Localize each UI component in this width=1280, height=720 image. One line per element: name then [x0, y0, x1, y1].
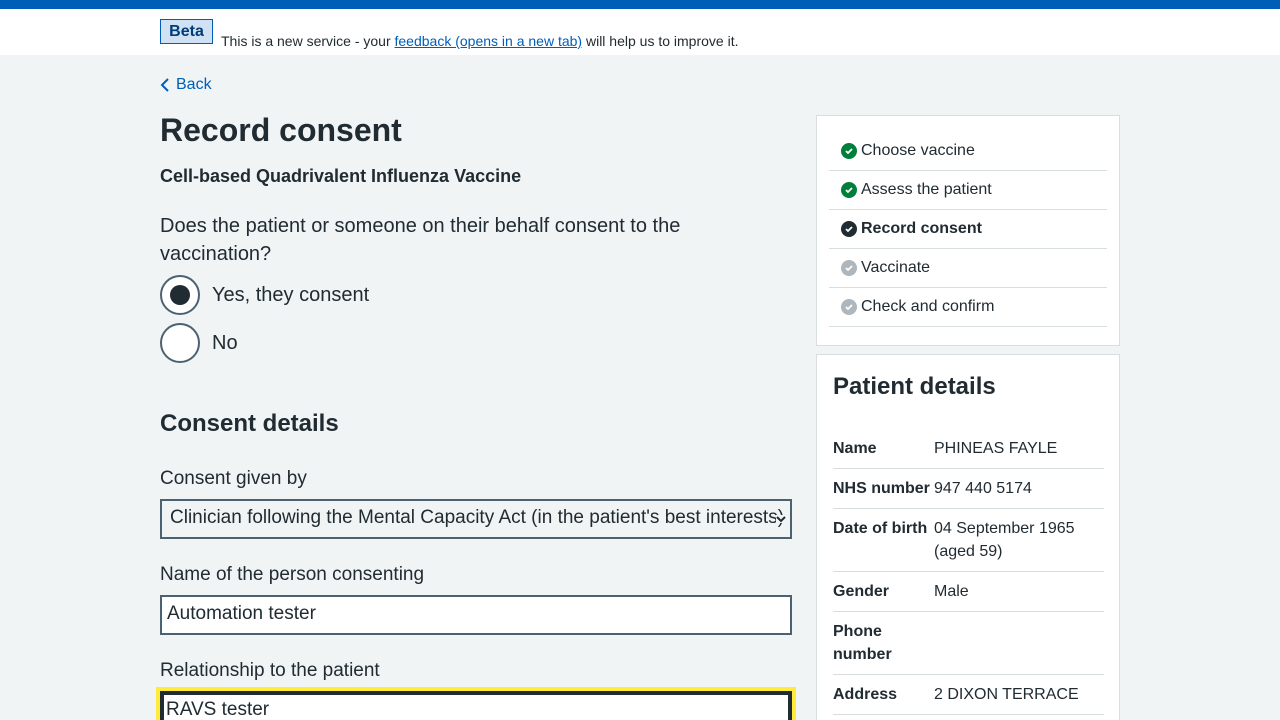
phase-text-after: will help us to improve it.	[585, 33, 739, 49]
summary-key: Gender	[833, 583, 890, 600]
consent-question: Does the patient or someone on their beh…	[160, 215, 681, 265]
task-item-label: Assess the patient	[861, 181, 992, 198]
radio-button[interactable]	[160, 275, 200, 315]
chevron-down-icon	[776, 515, 786, 523]
phase-banner: Beta This is a new service - your feedba…	[0, 9, 1280, 55]
summary-value: 2 DIXON TERRACE	[934, 686, 1079, 703]
relationship-input[interactable]: RAVS tester	[160, 691, 792, 720]
task-item-record-consent[interactable]: Record consent	[829, 210, 1107, 249]
check-icon	[841, 221, 857, 237]
summary-row-address: Address 2 DIXON TERRACE	[833, 675, 1104, 715]
back-link[interactable]: Back	[160, 76, 212, 94]
check-icon	[841, 299, 857, 315]
phase-text-before: This is a new service - your	[221, 33, 391, 49]
summary-row-name: Name PHINEAS FAYLE	[833, 429, 1104, 469]
back-link-label: Back	[176, 76, 212, 93]
top-brand-bar	[0, 0, 1280, 9]
task-item-label: Record consent	[861, 220, 982, 237]
summary-value	[934, 620, 1104, 666]
task-item-choose-vaccine[interactable]: Choose vaccine	[829, 132, 1107, 171]
summary-key: Name	[833, 440, 877, 457]
patient-summary-list: Name PHINEAS FAYLE NHS number 947 440 51…	[833, 429, 1104, 715]
task-item-label: Vaccinate	[861, 259, 931, 276]
radio-no-label: No	[212, 331, 238, 354]
task-item-vaccinate[interactable]: Vaccinate	[829, 249, 1107, 288]
check-icon	[841, 143, 857, 159]
summary-key: Phone number	[833, 623, 892, 663]
summary-value: 04 September 1965 (aged 59)	[934, 520, 1075, 560]
task-item-assess-patient[interactable]: Assess the patient	[829, 171, 1107, 210]
patient-details-card: Patient details Name PHINEAS FAYLE NHS n…	[816, 354, 1120, 720]
relationship-label: Relationship to the patient	[160, 660, 380, 681]
feedback-link[interactable]: feedback (opens in a new tab)	[395, 33, 583, 49]
summary-value: Male	[934, 583, 969, 600]
task-item-label: Check and confirm	[861, 298, 995, 315]
person-consenting-label: Name of the person consenting	[160, 564, 425, 585]
summary-value: 947 440 5174	[934, 480, 1032, 497]
radio-yes-label: Yes, they consent	[212, 283, 370, 306]
phase-banner-text: This is a new service - your feedback (o…	[221, 33, 738, 49]
radio-yes-consent[interactable]: Yes, they consent	[160, 275, 369, 315]
radio-button[interactable]	[160, 323, 200, 363]
task-item-label: Choose vaccine	[861, 142, 975, 159]
consent-given-by-select[interactable]: Clinician following the Mental Capacity …	[160, 499, 792, 539]
chevron-left-icon	[160, 78, 169, 92]
radio-no-consent[interactable]: No	[160, 323, 238, 363]
summary-row-nhs-number: NHS number 947 440 5174	[833, 469, 1104, 509]
vaccine-name: Cell-based Quadrivalent Influenza Vaccin…	[160, 166, 522, 186]
radio-selected-dot	[170, 285, 190, 305]
summary-row-gender: Gender Male	[833, 572, 1104, 612]
person-consenting-input[interactable]: Automation tester	[160, 595, 792, 635]
check-icon	[841, 260, 857, 276]
consent-given-by-value: Clinician following the Mental Capacity …	[170, 507, 785, 528]
phase-tag: Beta	[160, 19, 213, 44]
task-item-check-confirm[interactable]: Check and confirm	[829, 288, 1107, 327]
summary-key: Address	[833, 686, 898, 703]
patient-details-heading: Patient details	[833, 373, 996, 400]
check-icon	[841, 182, 857, 198]
summary-row-phone-number: Phone number	[833, 612, 1104, 675]
summary-key: NHS number	[833, 480, 930, 497]
consent-given-by-label: Consent given by	[160, 468, 307, 489]
summary-value: PHINEAS FAYLE	[934, 440, 1058, 457]
summary-key: Date of birth	[833, 520, 928, 537]
task-list-card: Choose vaccine Assess the patient Record…	[816, 115, 1120, 346]
summary-row-date-of-birth: Date of birth 04 September 1965 (aged 59…	[833, 509, 1104, 572]
consent-details-heading: Consent details	[160, 410, 339, 437]
page-title: Record consent	[160, 112, 402, 148]
